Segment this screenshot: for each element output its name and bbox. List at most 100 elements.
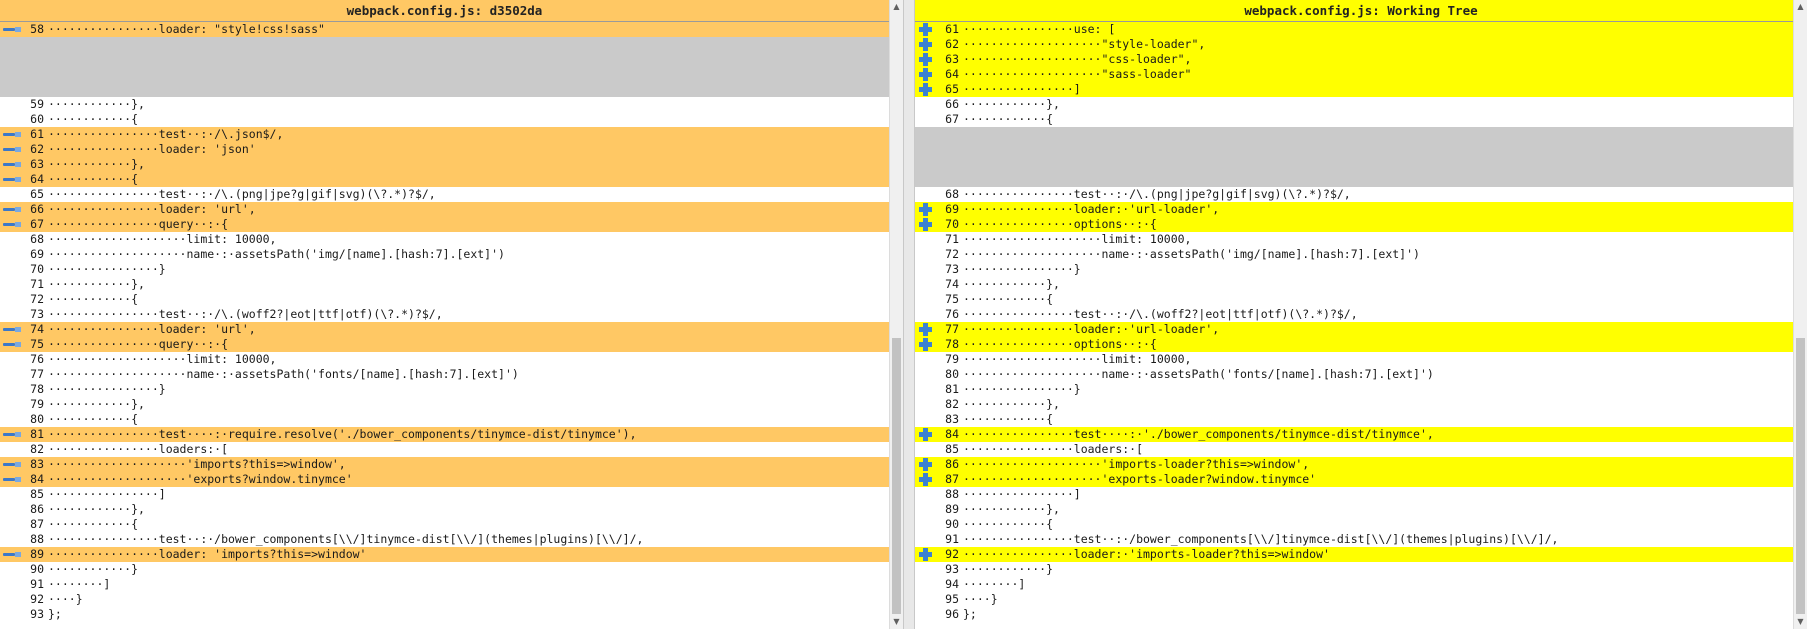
scroll-down-arrow-icon[interactable]: ▼ [1794, 615, 1807, 629]
minus-arrow-icon[interactable] [3, 222, 21, 227]
minus-arrow-icon[interactable] [3, 27, 21, 32]
scroll-down-arrow-icon[interactable]: ▼ [890, 615, 903, 629]
line-code: ············{ [963, 112, 1054, 126]
code-line: 92 ················loader:·'imports-loade… [915, 547, 1807, 562]
plus-icon[interactable] [919, 68, 932, 81]
line-code: ················loader: 'url', [48, 322, 256, 336]
line-number: 86 [30, 502, 44, 516]
code-line: 67 ············{ [915, 112, 1807, 127]
scroll-up-arrow-icon[interactable]: ▲ [890, 0, 903, 14]
minus-arrow-icon[interactable] [3, 327, 21, 332]
line-code: ············}, [48, 502, 145, 516]
line-number: 65 [945, 82, 959, 96]
diff-gap-row [0, 82, 889, 97]
code-line: 69 ················loader:·'url-loader', [915, 202, 1807, 217]
line-number: 75 [945, 292, 959, 306]
line-number: 65 [30, 187, 44, 201]
line-number: 70 [945, 217, 959, 231]
minus-arrow-icon[interactable] [3, 147, 21, 152]
code-line: 80 ····················name·:·assetsPath(… [915, 367, 1807, 382]
code-line: 63 ············}, [0, 157, 889, 172]
minus-arrow-icon[interactable] [3, 552, 21, 557]
right-scroll-thumb[interactable] [1796, 338, 1805, 614]
line-number: 82 [30, 442, 44, 456]
line-number: 77 [945, 322, 959, 336]
minus-arrow-icon[interactable] [3, 162, 21, 167]
right-diff-pane[interactable]: webpack.config.js: Working Tree 61 ······… [915, 0, 1807, 629]
line-code: ················loader: 'url', [48, 202, 256, 216]
left-scrollbar[interactable]: ▲ ▼ [889, 0, 903, 629]
line-number: 66 [30, 202, 44, 216]
line-code: ················loader: 'imports?this=>w… [48, 547, 367, 561]
plus-icon[interactable] [919, 83, 932, 96]
plus-icon[interactable] [919, 53, 932, 66]
left-code-lines: 58 ················loader: "style!css!sas… [0, 22, 889, 622]
minus-arrow-icon[interactable] [3, 207, 21, 212]
pane-splitter[interactable] [903, 0, 915, 629]
line-number: 74 [945, 277, 959, 291]
line-code: ····················name·:·assetsPath('f… [48, 367, 519, 381]
line-code: ················test··:·/\.(woff2?|eot|t… [963, 307, 1358, 321]
line-number: 92 [30, 592, 44, 606]
plus-icon[interactable] [919, 218, 932, 231]
line-code: ················] [963, 487, 1081, 501]
code-line: 78 ················options··:·{ [915, 337, 1807, 352]
line-code: ················query··:·{ [48, 337, 229, 351]
code-line: 74 ················loader: 'url', [0, 322, 889, 337]
line-number: 75 [30, 337, 44, 351]
code-line: 61 ················use: [ [915, 22, 1807, 37]
line-code: ················} [963, 262, 1081, 276]
code-line: 86 ············}, [0, 502, 889, 517]
line-code: ················test··:·/\.(woff2?|eot|t… [48, 307, 443, 321]
code-line: 65 ················] [915, 82, 1807, 97]
line-number: 62 [945, 37, 959, 51]
line-code: ············}, [963, 502, 1060, 516]
line-number: 82 [945, 397, 959, 411]
code-line: 78 ················} [0, 382, 889, 397]
code-line: 93}; [0, 607, 889, 622]
line-code: ············{ [48, 517, 139, 531]
diff-gap-row [0, 67, 889, 82]
line-number: 80 [945, 367, 959, 381]
left-scroll-thumb[interactable] [892, 338, 901, 614]
line-number: 74 [30, 322, 44, 336]
minus-arrow-icon[interactable] [3, 477, 21, 482]
plus-icon[interactable] [919, 23, 932, 36]
code-line: 94 ········] [915, 577, 1807, 592]
plus-icon[interactable] [919, 38, 932, 51]
line-code: ················] [963, 82, 1081, 96]
left-pane-title: webpack.config.js: d3502da [0, 0, 889, 22]
plus-icon[interactable] [919, 338, 932, 351]
line-code: ····················name·:·assetsPath('i… [48, 247, 505, 261]
line-number: 84 [945, 427, 959, 441]
line-number: 69 [30, 247, 44, 261]
right-scrollbar[interactable]: ▲ ▼ [1793, 0, 1807, 629]
code-line: 62 ····················"style-loader", [915, 37, 1807, 52]
plus-icon[interactable] [919, 323, 932, 336]
left-diff-pane[interactable]: webpack.config.js: d3502da 58 ···········… [0, 0, 889, 629]
plus-icon[interactable] [919, 548, 932, 561]
code-line: 90 ············} [0, 562, 889, 577]
line-code: ············{ [48, 412, 139, 426]
minus-arrow-icon[interactable] [3, 342, 21, 347]
code-line: 68 ····················limit: 10000, [0, 232, 889, 247]
plus-icon[interactable] [919, 203, 932, 216]
minus-arrow-icon[interactable] [3, 462, 21, 467]
minus-arrow-icon[interactable] [3, 432, 21, 437]
line-code: ····················limit: 10000, [48, 352, 277, 366]
line-number: 67 [945, 112, 959, 126]
code-line: 61 ················test··:·/\.json$/, [0, 127, 889, 142]
line-code: ················] [48, 487, 166, 501]
minus-arrow-icon[interactable] [3, 177, 21, 182]
line-code: ····················limit: 10000, [48, 232, 277, 246]
line-code: ················loader: 'json' [48, 142, 256, 156]
plus-icon[interactable] [919, 473, 932, 486]
code-line: 84 ····················'exports?window.ti… [0, 472, 889, 487]
scroll-up-arrow-icon[interactable]: ▲ [1794, 0, 1807, 14]
plus-icon[interactable] [919, 458, 932, 471]
plus-icon[interactable] [919, 428, 932, 441]
line-code: ············}, [963, 97, 1060, 111]
line-code: ················test··:·/bower_component… [48, 532, 644, 546]
line-number: 66 [945, 97, 959, 111]
minus-arrow-icon[interactable] [3, 132, 21, 137]
